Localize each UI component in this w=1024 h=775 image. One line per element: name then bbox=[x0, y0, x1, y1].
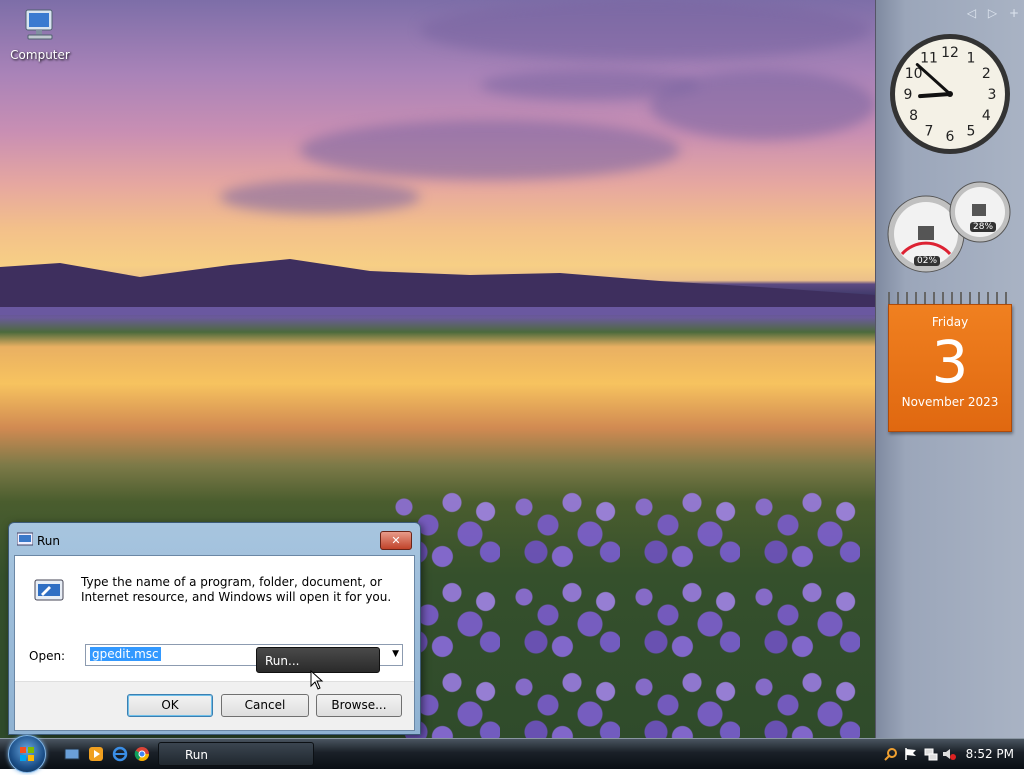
show-desktop-icon[interactable] bbox=[64, 746, 80, 762]
open-input-value[interactable]: gpedit.msc bbox=[90, 647, 161, 661]
desktop-icon-computer[interactable]: Computer bbox=[8, 8, 72, 62]
clock-hour-hand bbox=[918, 92, 952, 99]
sidebar-controls: ◁ ▷ + bbox=[959, 6, 1019, 20]
wallpaper-cloud bbox=[420, 0, 870, 60]
wallpaper-cloud bbox=[300, 120, 680, 180]
dialog-title: Run bbox=[37, 534, 61, 548]
windows-sidebar: ◁ ▷ + 1 2 3 4 5 6 7 8 9 10 11 12 02% 28% Friday 3 N… bbox=[875, 0, 1024, 738]
action-center-flag-icon[interactable] bbox=[904, 747, 918, 761]
dialog-footer: OK Cancel Browse... bbox=[15, 681, 414, 730]
run-program-icon bbox=[34, 579, 64, 601]
media-player-icon[interactable] bbox=[88, 746, 104, 762]
clock-numeral: 4 bbox=[982, 108, 991, 124]
clock-numeral: 9 bbox=[904, 87, 913, 103]
calendar-page: Friday 3 November 2023 bbox=[888, 304, 1012, 432]
run-title-icon bbox=[17, 532, 33, 546]
open-label: Open: bbox=[29, 649, 66, 663]
cpu-meter-gadget[interactable]: 02% 28% bbox=[886, 178, 1016, 274]
wallpaper-mountains bbox=[0, 259, 875, 315]
clock-numeral: 11 bbox=[920, 51, 938, 67]
cancel-button[interactable]: Cancel bbox=[221, 694, 309, 717]
internet-explorer-icon[interactable] bbox=[112, 746, 128, 762]
volume-muted-icon[interactable] bbox=[942, 747, 956, 761]
wallpaper-flowers bbox=[380, 480, 875, 738]
cpu-usage-value: 02% bbox=[914, 256, 941, 266]
start-button[interactable] bbox=[8, 735, 46, 773]
close-button[interactable]: ✕ bbox=[380, 531, 412, 550]
clock-gadget[interactable]: 1234567891011 12 bbox=[888, 32, 1012, 156]
clock-numeral: 5 bbox=[967, 123, 976, 139]
windows-logo-icon bbox=[20, 747, 34, 761]
dialog-description: Type the name of a program, folder, docu… bbox=[81, 575, 392, 604]
next-arrow-icon[interactable]: ▷ bbox=[988, 6, 997, 20]
taskbar-item-label: Run bbox=[185, 748, 209, 762]
clock-numeral: 12 bbox=[941, 45, 959, 61]
clock-numeral: 1 bbox=[967, 51, 976, 67]
clock-numeral: 6 bbox=[946, 129, 955, 145]
clock-numeral: 3 bbox=[988, 87, 997, 103]
system-tray: 8:52 PM bbox=[876, 739, 1024, 769]
clock-numeral: 7 bbox=[925, 123, 934, 139]
previous-arrow-icon[interactable]: ◁ bbox=[967, 6, 976, 20]
ok-button[interactable]: OK bbox=[127, 694, 213, 717]
search-icon[interactable] bbox=[884, 747, 898, 761]
chrome-icon[interactable] bbox=[134, 746, 150, 762]
dropdown-arrow-icon[interactable]: ▼ bbox=[392, 649, 399, 659]
calendar-rings bbox=[888, 292, 1012, 304]
clock-numeral: 2 bbox=[982, 66, 991, 82]
memory-usage-value: 28% bbox=[970, 222, 997, 232]
calendar-gadget[interactable]: Friday 3 November 2023 bbox=[888, 292, 1012, 432]
system-clock[interactable]: 8:52 PM bbox=[966, 747, 1014, 761]
taskbar-item-run[interactable]: Run bbox=[158, 742, 314, 766]
wallpaper-cloud bbox=[650, 70, 875, 140]
clock-numeral: 8 bbox=[909, 108, 918, 124]
desktop-icon-label: Computer bbox=[10, 48, 70, 62]
close-icon: ✕ bbox=[391, 534, 401, 547]
calendar-day-number: 3 bbox=[931, 328, 969, 396]
calendar-weekday: Friday bbox=[931, 315, 969, 329]
add-gadget-icon[interactable]: + bbox=[1009, 6, 1019, 20]
computer-icon bbox=[20, 8, 60, 46]
taskbar: Run 8:52 PM bbox=[0, 735, 1024, 773]
calendar-month-year: November 2023 bbox=[901, 395, 999, 409]
wallpaper-cloud bbox=[220, 180, 420, 214]
browse-button[interactable]: Browse... bbox=[316, 694, 402, 717]
network-icon[interactable] bbox=[924, 747, 938, 761]
dialog-body: Type the name of a program, folder, docu… bbox=[14, 555, 415, 731]
run-dialog: Run ✕ Type the name of a program, folder… bbox=[8, 522, 421, 735]
mouse-cursor-icon bbox=[310, 670, 324, 690]
